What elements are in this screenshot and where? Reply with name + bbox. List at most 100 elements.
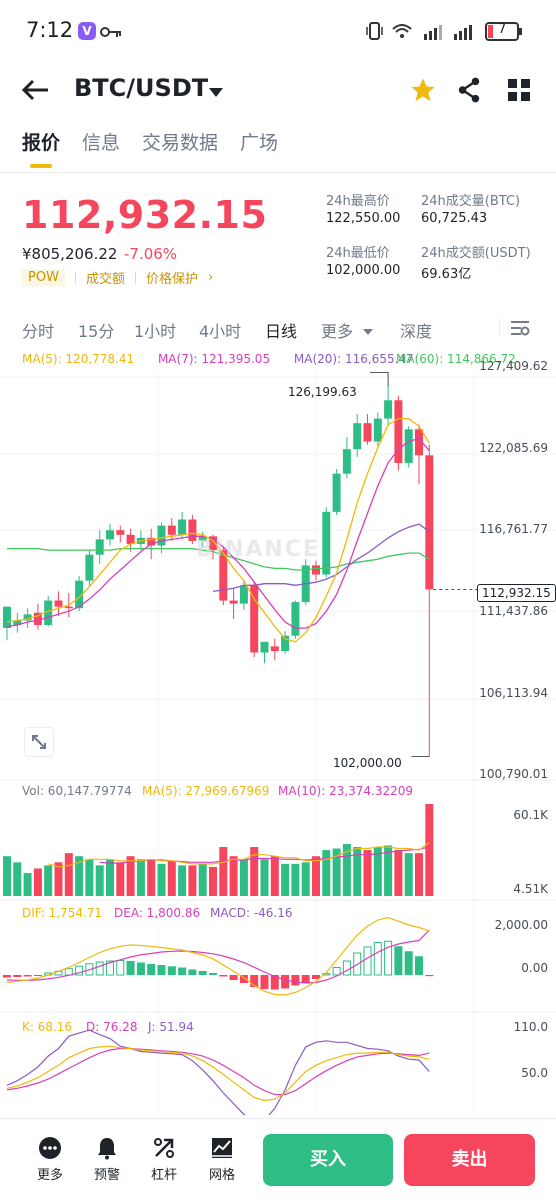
nav-alert[interactable]: 预警 (85, 1136, 129, 1183)
tab-trading-data[interactable]: 交易数据 (142, 130, 218, 170)
chevron-right-icon[interactable]: › (208, 270, 213, 285)
volume-bar (198, 863, 207, 896)
share-icon[interactable] (456, 76, 482, 108)
macd-bar (229, 975, 238, 980)
star-icon[interactable] (409, 76, 437, 108)
interval-4h[interactable]: 4小时 (199, 318, 241, 342)
dif-legend: DIF: 1,754.71 (22, 906, 103, 920)
price-axis-label: 106,113.94 (479, 686, 548, 700)
expand-icon[interactable] (24, 727, 54, 757)
candle-down (54, 600, 63, 607)
macd-bar (291, 975, 300, 986)
j-legend: J: 51.94 (148, 1020, 194, 1034)
candle-down (64, 606, 73, 609)
tag-price-protection[interactable]: 价格保护 (146, 268, 198, 287)
macd-bar (95, 961, 104, 976)
candle-down (270, 646, 279, 652)
divider (499, 318, 500, 336)
kdj-axis-label: 110.0 (513, 1020, 548, 1034)
volume-bar (95, 865, 104, 896)
macd-bar (116, 960, 125, 976)
volume-bar (291, 863, 300, 896)
macd-bar (147, 964, 156, 975)
candle-up (342, 449, 351, 474)
kline-chart[interactable] (0, 345, 556, 1115)
more-dots-icon (39, 1137, 61, 1159)
candle-down (229, 600, 238, 604)
price-axis-label: 111,437.86 (479, 604, 548, 618)
tag-turnover[interactable]: 成交额 (86, 268, 125, 287)
status-time: 7:12 (26, 18, 74, 42)
vol-usdt-value: 69.63亿 (421, 267, 472, 282)
chart-settings-icon[interactable] (509, 318, 531, 342)
volume-bar (363, 850, 372, 896)
signal-2-icon (454, 25, 472, 40)
volume-bar (404, 853, 413, 896)
sell-button[interactable]: 卖出 (404, 1134, 535, 1186)
candle-up (95, 539, 104, 555)
candle-up (332, 473, 341, 512)
macd-bar (136, 962, 145, 975)
volume-bar (425, 804, 434, 896)
k-line (6, 1045, 430, 1102)
macd-axis-label: 2,000.00 (494, 918, 548, 932)
volume-bar (116, 862, 125, 896)
buy-button[interactable]: 买入 (263, 1134, 393, 1186)
candle-down (425, 455, 434, 590)
candle-up (106, 530, 114, 540)
candle-up (291, 602, 300, 636)
macd-bar (157, 965, 166, 975)
macd-bar (209, 973, 217, 975)
interval-depth[interactable]: 深度 (400, 318, 432, 342)
macd-axis-label: 0.00 (521, 961, 548, 975)
volume-bar (136, 859, 145, 896)
volume-bar (188, 865, 197, 896)
divider (0, 172, 556, 173)
nav-grid[interactable]: 网格 (200, 1136, 244, 1183)
vol-axis-label: 4.51K (513, 882, 548, 896)
vibrate-icon (366, 22, 383, 40)
candle-up (404, 429, 413, 463)
more-caret-icon[interactable] (362, 322, 374, 341)
candle-up (322, 511, 331, 575)
tag-divider (74, 271, 76, 284)
price-axis-label: 122,085.69 (479, 441, 548, 455)
low-value: 102,000.00 (326, 263, 401, 278)
low-marker-label: 102,000.00 (333, 756, 402, 770)
tab-square[interactable]: 广场 (240, 130, 278, 170)
key-icon (100, 24, 122, 43)
caret-down-icon[interactable] (208, 84, 224, 103)
tag-pow[interactable]: POW (22, 269, 65, 286)
grid-icon[interactable] (507, 78, 531, 106)
interval-1d[interactable]: 日线 (265, 318, 297, 342)
volume-bar (85, 859, 94, 896)
price-axis-label: 127,409.62 (479, 359, 548, 373)
nav-alert-label: 预警 (93, 1168, 120, 1183)
d-legend: D: 76.28 (86, 1020, 138, 1034)
interval-more[interactable]: 更多 (321, 318, 353, 342)
candle-down (363, 423, 372, 442)
candle-down (116, 530, 125, 535)
tab-quote[interactable]: 报价 (22, 130, 60, 170)
volume-bar (229, 856, 238, 896)
last-price: 112,932.15 (22, 193, 268, 237)
nav-leverage[interactable]: 杠杆 (142, 1136, 186, 1183)
macd-legend: MACD: -46.16 (210, 906, 293, 920)
nav-more[interactable]: 更多 (28, 1136, 72, 1183)
interval-1m[interactable]: 分时 (22, 318, 54, 342)
pair-title[interactable]: BTC/USDT (74, 74, 208, 102)
candle-down (312, 565, 320, 575)
volume-bar (270, 856, 279, 896)
volume-bar (33, 868, 42, 896)
back-arrow-icon[interactable] (20, 76, 52, 104)
tag-divider (134, 271, 136, 284)
ma7-line (6, 437, 430, 629)
macd-bar (3, 975, 11, 978)
tab-info[interactable]: 信息 (82, 130, 120, 170)
ma7-legend: MA(7): 121,395.05 (157, 352, 271, 366)
interval-15m[interactable]: 15分 (78, 318, 114, 342)
macd-bar (332, 967, 341, 976)
ma5-legend: MA(5): 120,778.41 (22, 352, 135, 366)
interval-1h[interactable]: 1小时 (134, 318, 176, 342)
volume-bar (415, 853, 423, 896)
